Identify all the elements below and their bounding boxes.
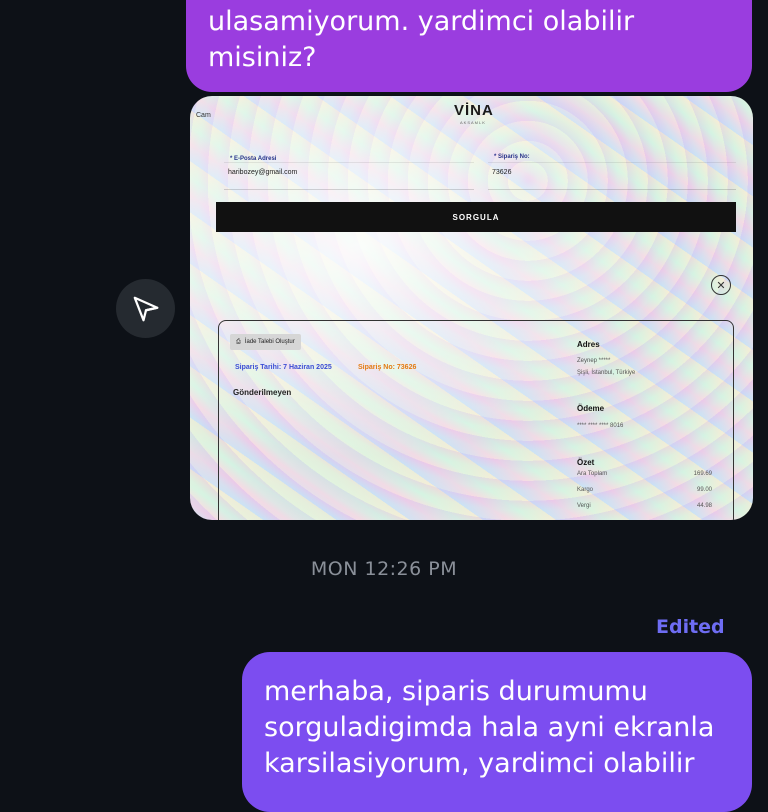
photo-order-label: * Sipariş No: <box>494 154 530 160</box>
message-line: merhaba, siparis durumumu <box>264 676 648 707</box>
photo-logo-sub: AKSAMLK <box>460 120 486 125</box>
photo-summary-value: 169.69 <box>693 471 712 477</box>
message-bubble-bottom[interactable]: merhaba, siparis durumumu sorguladigimda… <box>242 652 752 812</box>
photo-summary-label: Ara Toplam <box>577 471 608 477</box>
photo-cam-label: Cam <box>196 112 211 119</box>
photo-summary-label: Kargo <box>577 487 594 493</box>
photo-address-title: Adres <box>577 340 600 349</box>
edited-label: Edited <box>656 616 725 638</box>
photo-query-button: SORGULA <box>216 202 736 232</box>
photo-summary-label: Vergi <box>577 503 591 509</box>
send-icon <box>133 296 158 321</box>
photo-summary-title: Özet <box>577 458 595 467</box>
message-line: misiniz? <box>208 42 317 73</box>
photo-logo: VİNA <box>454 102 494 119</box>
message-line: ulasamiyorum. yardimci olabilir <box>208 6 635 37</box>
message-line: sorguladigimda hala ayni ekranla <box>264 712 715 743</box>
photo-order-card <box>218 320 734 520</box>
photo-address-name: Zeynep ***** <box>577 358 611 364</box>
message-bubble-top[interactable]: ulasamiyorum. yardimci olabilir misiniz? <box>186 0 752 92</box>
photo-order-status: Gönderilmeyen <box>233 388 292 397</box>
photo-summary-value: 99.00 <box>696 487 712 493</box>
photo-email-field: haribozey@gmail.com <box>224 162 474 190</box>
photo-card-number: **** **** **** 8016 <box>577 423 624 429</box>
photo-order-date: Sipariş Tarihi: 7 Haziran 2025 <box>235 364 332 371</box>
photo-payment-title: Ödeme <box>577 404 605 413</box>
photo-summary-value: 44.98 <box>696 503 712 509</box>
photo-return-chip-label: İade Talebi Oluştur <box>244 339 295 345</box>
close-icon: ✕ <box>711 275 731 295</box>
photo-address-city: Şişli, İstanbul, Türkiye <box>577 370 636 376</box>
document-icon: ⎙ <box>236 338 241 345</box>
message-line: karsilasiyorum, yardimci olabilir <box>264 748 695 779</box>
photo-return-chip: ⎙ İade Talebi Oluştur <box>230 334 301 350</box>
photo-order-number: Sipariş No: 73626 <box>358 364 417 371</box>
message-timestamp: MON 12:26 PM <box>310 558 458 580</box>
photo-order-field: 73626 <box>488 162 736 190</box>
shared-photo[interactable]: Cam VİNA AKSAMLK * E-Posta Adresi haribo… <box>190 96 753 520</box>
share-button[interactable] <box>116 279 175 338</box>
